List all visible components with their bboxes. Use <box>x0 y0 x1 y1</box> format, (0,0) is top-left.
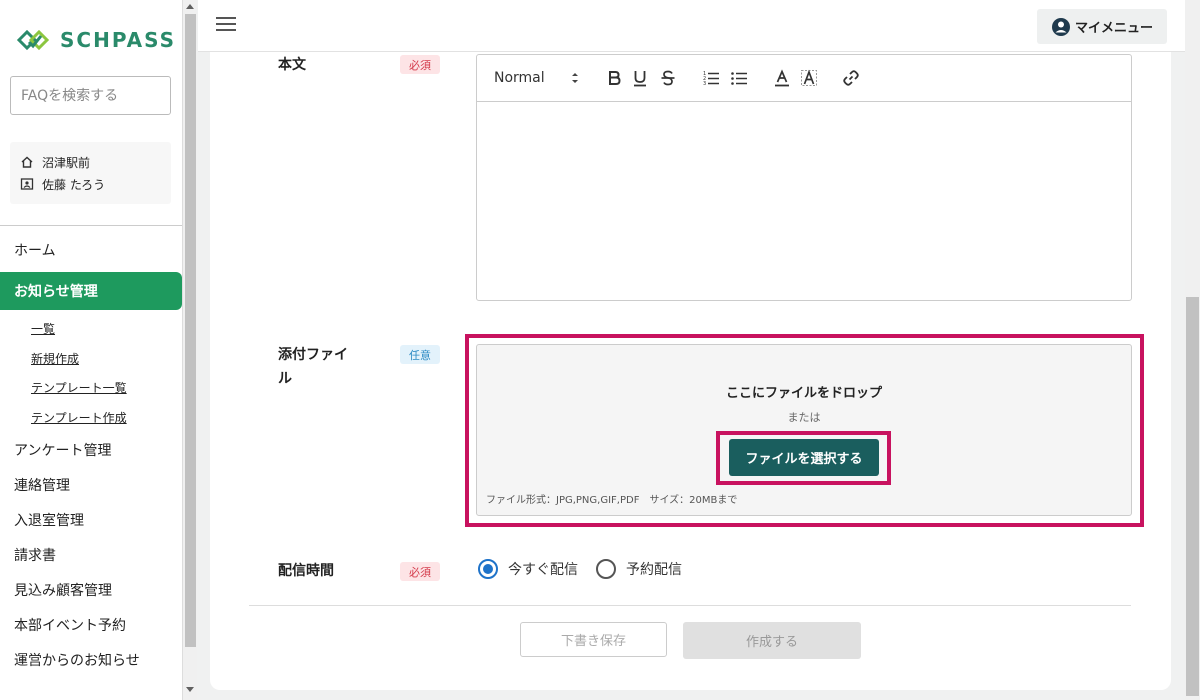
my-menu-label: マイメニュー <box>1074 21 1153 36</box>
required-badge: 必須 <box>400 55 440 74</box>
sidebar-item-survey[interactable]: アンケート管理 <box>0 432 182 467</box>
schpass-logo-icon <box>16 29 50 51</box>
scroll-up-arrow-icon[interactable] <box>186 4 194 9</box>
sort-arrows-icon <box>572 73 578 83</box>
sidebar-subitem-template-list[interactable]: テンプレート一覧 <box>0 373 182 403</box>
body-label: 本文 <box>278 57 306 73</box>
delivery-radio-group: 今すぐ配信 予約配信 <box>478 559 682 579</box>
text-color-icon[interactable] <box>772 68 792 88</box>
my-menu-button[interactable]: マイメニュー <box>1037 9 1167 44</box>
file-format-note: ファイル形式：JPG,PNG,GIF,PDF サイズ：20MBまで <box>486 495 738 506</box>
underline-icon[interactable] <box>630 68 650 88</box>
logo[interactable]: SCHPASS <box>16 26 176 54</box>
radio-checked-icon[interactable] <box>478 559 498 579</box>
main-scrollbar-thumb[interactable] <box>1186 297 1199 696</box>
sidebar-item-operator-notices[interactable]: 運営からのお知らせ <box>0 642 182 677</box>
sidebar-item-hq-events[interactable]: 本部イベント予約 <box>0 607 182 642</box>
editor-toolbar: Normal 123 <box>477 55 1131 102</box>
svg-text:3: 3 <box>703 81 706 87</box>
save-draft-button[interactable]: 下書き保存 <box>520 622 667 657</box>
required-badge: 必須 <box>400 562 440 581</box>
radio-send-now[interactable]: 今すぐ配信 <box>478 559 578 579</box>
radio-scheduled[interactable]: 予約配信 <box>596 559 682 579</box>
rich-text-editor: Normal 123 <box>476 54 1132 301</box>
sidebar-subitem-new[interactable]: 新規作成 <box>0 344 182 374</box>
user-name: 佐藤 たろう <box>42 177 106 192</box>
logo-text: SCHPASS <box>60 28 177 52</box>
select-file-button[interactable]: ファイルを選択する <box>729 439 879 476</box>
optional-badge: 任意 <box>400 345 440 364</box>
strikethrough-icon[interactable] <box>658 68 678 88</box>
link-icon[interactable] <box>841 68 861 88</box>
background-color-icon[interactable] <box>799 68 819 88</box>
sidebar-item-attendance[interactable]: 入退室管理 <box>0 502 182 537</box>
location-row: 沼津駅前 <box>20 151 161 173</box>
user-card: 沼津駅前 佐藤 たろう <box>10 142 171 204</box>
sidebar-item-contact[interactable]: 連絡管理 <box>0 467 182 502</box>
radio-scheduled-label: 予約配信 <box>626 562 682 578</box>
faq-search-input[interactable] <box>10 76 171 115</box>
format-select-value: Normal <box>494 70 545 86</box>
home-icon <box>21 156 33 168</box>
editor-content-area[interactable] <box>477 102 1131 300</box>
sidebar-scrollbar-thumb[interactable] <box>185 14 196 647</box>
user-circle-icon <box>1051 17 1070 36</box>
id-card-icon <box>20 178 34 190</box>
user-row: 佐藤 たろう <box>20 173 161 195</box>
delivery-time-label: 配信時間 <box>278 563 334 579</box>
sidebar-item-home[interactable]: ホーム <box>0 232 182 267</box>
hamburger-menu-icon[interactable] <box>216 17 236 33</box>
format-select[interactable]: Normal <box>494 68 580 88</box>
ordered-list-icon[interactable]: 123 <box>701 68 721 88</box>
sidebar-divider <box>0 225 182 226</box>
form-divider <box>249 605 1131 606</box>
location-name: 沼津駅前 <box>42 155 91 170</box>
radio-unchecked-icon[interactable] <box>596 559 616 579</box>
bullet-list-icon[interactable] <box>729 68 749 88</box>
sidebar-item-invoice[interactable]: 請求書 <box>0 537 182 572</box>
attachment-label: 添付ファイル <box>278 347 348 387</box>
scroll-down-arrow-icon[interactable] <box>186 687 194 692</box>
sidebar: SCHPASS 沼津駅前 佐藤 たろう ホーム お知らせ管理 一覧 新規作成 テ… <box>0 0 197 700</box>
sidebar-subitem-template-create[interactable]: テンプレート作成 <box>0 403 182 433</box>
sidebar-item-notice-management[interactable]: お知らせ管理 <box>0 272 182 310</box>
bold-icon[interactable] <box>604 68 624 88</box>
sidebar-subitem-list[interactable]: 一覧 <box>0 314 182 344</box>
dropzone-title: ここにファイルをドロップ <box>725 386 882 401</box>
sidebar-nav: ホーム お知らせ管理 一覧 新規作成 テンプレート一覧 テンプレート作成 アンケ… <box>0 232 182 677</box>
file-dropzone[interactable]: ここにファイルをドロップ または ファイル形式：JPG,PNG,GIF,PDF … <box>476 344 1132 516</box>
sidebar-scrollbar[interactable] <box>182 0 197 700</box>
radio-send-now-label: 今すぐ配信 <box>508 562 578 578</box>
sidebar-item-prospects[interactable]: 見込み顧客管理 <box>0 572 182 607</box>
dropzone-or-text: または <box>787 411 821 424</box>
top-header: マイメニュー <box>198 0 1185 52</box>
create-button[interactable]: 作成する <box>683 622 861 659</box>
